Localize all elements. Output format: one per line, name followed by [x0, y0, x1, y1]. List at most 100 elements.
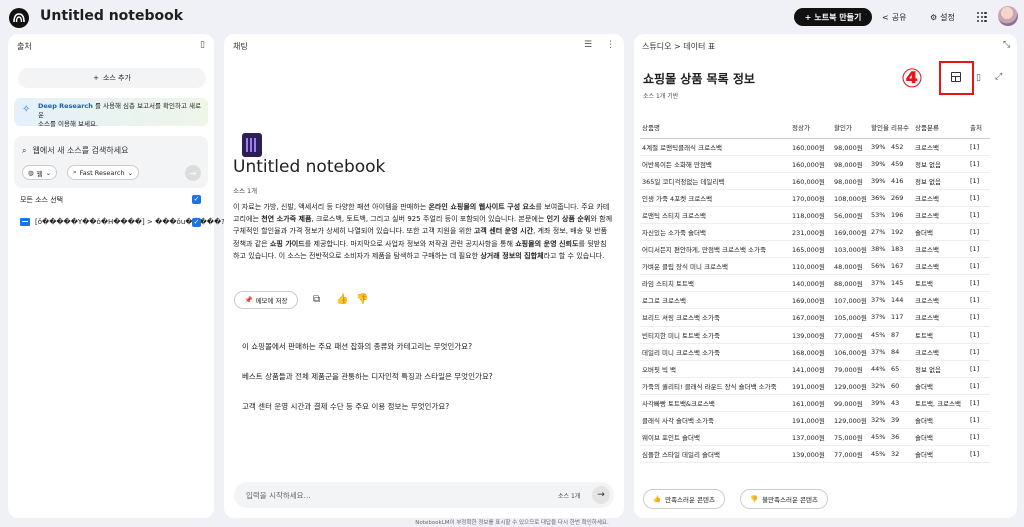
add-source-button[interactable]: + 소스 추가	[18, 68, 206, 88]
plus-icon: +	[93, 74, 99, 82]
table-cell[interactable]: [1]	[968, 291, 990, 310]
table-cell: 숄더백	[913, 428, 968, 447]
table-cell: 231,000원	[790, 223, 832, 242]
sliders-icon[interactable]: ☰	[584, 40, 592, 50]
table-cell[interactable]: [1]	[968, 326, 990, 344]
table-cell: 98,000원	[832, 138, 869, 156]
table-cell: 365일 코디걱정없는 데일리백	[640, 172, 790, 190]
table-cell[interactable]: [1]	[968, 206, 990, 224]
table-cell[interactable]: [1]	[968, 257, 990, 276]
table-cell: 37%	[869, 291, 889, 310]
thumbs-up-icon[interactable]: 👍	[336, 294, 348, 305]
column-header: 상품분류	[913, 116, 968, 139]
select-all-checkbox[interactable]: ✓	[192, 195, 201, 204]
table-cell: 크로스백	[913, 308, 968, 327]
save-to-note-button[interactable]: 📌 메모에 저장	[234, 291, 298, 309]
table-cell[interactable]: [1]	[968, 138, 990, 156]
research-icon: ⌕	[73, 168, 77, 176]
notebooklm-logo-icon[interactable]	[9, 8, 29, 28]
table-cell: 로그로 크로스백	[640, 291, 790, 310]
table-cell: 145	[889, 274, 913, 293]
table-cell: 167	[889, 257, 913, 276]
web-source-label: 웹	[36, 169, 43, 178]
table-cell[interactable]: [1]	[968, 343, 990, 361]
table-cell: 168,000원	[790, 343, 832, 361]
suggested-question-2[interactable]: 베스트 상품들과 전체 제품군을 관통하는 디자인적 특징과 스타일은 무엇인가…	[242, 371, 493, 382]
table-cell[interactable]: [1]	[968, 274, 990, 293]
table-cell[interactable]: [1]	[968, 428, 990, 447]
table-row: 로맨틱 스티치 크로스백 118,000원 56,000원 53% 196 크로스백 [1]	[640, 206, 990, 224]
table-cell[interactable]: [1]	[968, 377, 990, 395]
send-button[interactable]: →	[592, 486, 610, 504]
table-cell: 99,000원	[832, 394, 869, 413]
table-cell: 169,000원	[790, 291, 832, 310]
table-cell[interactable]: [1]	[968, 172, 990, 190]
table-row: 어반록이든 소화해 만점백 160,000원 98,000원 39% 459 정보 없음[…	[640, 155, 990, 173]
table-cell: 170,000원	[790, 189, 832, 207]
table-cell: 인생 가죽 4포켓 크로스백	[640, 189, 790, 207]
fullscreen-icon[interactable]: ⤢	[995, 72, 1002, 82]
table-cell: 161,000원	[790, 394, 832, 413]
deep-research-banner[interactable]: ✧ Deep Research 를 사용해 심층 보고서를 확인하고 새로운 소…	[14, 98, 208, 128]
table-cell: 4계절 로맨틱클래식 크로스백	[640, 138, 790, 156]
table-row: 어디서든지 편안하게, 만점백 크로스백 소가죽 165,000원 103,000원…	[640, 240, 990, 259]
table-cell[interactable]: [1]	[968, 189, 990, 207]
collapse-icon[interactable]: ⤡	[1003, 40, 1010, 50]
table-cell: 65	[889, 360, 913, 378]
table-cell[interactable]: [1]	[968, 411, 990, 430]
suggested-question-1[interactable]: 이 쇼핑몰에서 판매하는 주요 패션 잡화의 종류와 카테고리는 무엇인가요?	[242, 341, 472, 352]
suggested-question-3[interactable]: 고객 센터 운영 시간과 결제 수단 등 주요 이용 정보는 무엇인가요?	[242, 401, 449, 412]
table-cell: 크로스백	[913, 240, 968, 259]
chat-input[interactable]: 입력을 시작하세요...	[246, 490, 311, 501]
table-cell: 137,000원	[790, 428, 832, 447]
notebook-summary: 이 자료는 가방, 신발, 액세서리 등 다양한 패션 아이템을 판매하는 온라…	[233, 202, 613, 260]
table-cell: 숄더백	[913, 411, 968, 430]
settings-button[interactable]: ⚙ 설정	[930, 8, 955, 26]
annotation-step-badge: ④	[901, 64, 924, 94]
table-cell[interactable]: [1]	[968, 308, 990, 327]
share-icon: <	[882, 12, 889, 22]
share-button[interactable]: < 공유	[882, 8, 906, 26]
source-item-checkbox[interactable]: ✓	[192, 218, 201, 227]
apps-grid-icon[interactable]	[977, 12, 987, 22]
web-source-dropdown[interactable]: ◍ 웹 ⌄	[22, 165, 58, 180]
table-cell[interactable]: [1]	[968, 394, 990, 413]
table-cell[interactable]: [1]	[968, 240, 990, 259]
collapse-panel-icon[interactable]: ▯	[200, 40, 205, 50]
notebook-title[interactable]: Untitled notebook	[40, 8, 183, 24]
thumbs-down-icon: 👎	[750, 495, 759, 503]
copy-icon[interactable]: ⧉	[313, 294, 320, 305]
table-cell: 정보 없음	[913, 155, 968, 173]
table-cell: 어디서든지 편안하게, 만점백 크로스백 소가죽	[640, 240, 790, 259]
table-cell: 클래식 사각 숄더백 소가죽	[640, 411, 790, 430]
table-cell: 118,000원	[790, 206, 832, 224]
table-cell[interactable]: [1]	[968, 360, 990, 378]
table-cell: 36%	[869, 189, 889, 207]
avatar[interactable]	[998, 6, 1018, 26]
submit-search-button[interactable]: →	[185, 165, 201, 181]
research-mode-dropdown[interactable]: ⌕ Fast Research ⌄	[67, 165, 140, 180]
create-notebook-button[interactable]: + 노트북 만들기	[794, 8, 872, 26]
deep-research-link[interactable]: Deep Research	[38, 102, 93, 110]
copy-icon[interactable]: ▯	[976, 73, 981, 83]
table-cell: 38%	[869, 240, 889, 259]
table-cell: 라임 스티치 토트백	[640, 274, 790, 293]
chevron-down-icon: ⌄	[127, 168, 134, 177]
table-export-icon[interactable]	[951, 72, 961, 82]
table-cell[interactable]: [1]	[968, 155, 990, 173]
table-cell: 32%	[869, 411, 889, 430]
web-search-input[interactable]: ⌕ 웹에서 새 소스를 검색하세요	[22, 145, 128, 156]
table-cell[interactable]: [1]	[968, 445, 990, 464]
table-cell[interactable]: [1]	[968, 223, 990, 242]
column-header: 할인가	[832, 116, 869, 139]
table-cell: 79,000원	[832, 360, 869, 378]
table-cell: 105,000원	[832, 308, 869, 327]
more-vert-icon[interactable]: ⋮	[606, 40, 615, 50]
bad-content-button[interactable]: 👎 불만족스러운 콘텐츠	[740, 489, 828, 509]
table-cell: 165,000원	[790, 240, 832, 259]
good-content-button[interactable]: 👍 만족스러운 콘텐츠	[643, 489, 725, 509]
column-header: 출처	[968, 116, 990, 139]
thumbs-down-icon[interactable]: 👎	[356, 294, 368, 305]
table-cell: 191,000원	[790, 411, 832, 430]
breadcrumb[interactable]: 스튜디오 > 데이터 표	[642, 41, 715, 52]
